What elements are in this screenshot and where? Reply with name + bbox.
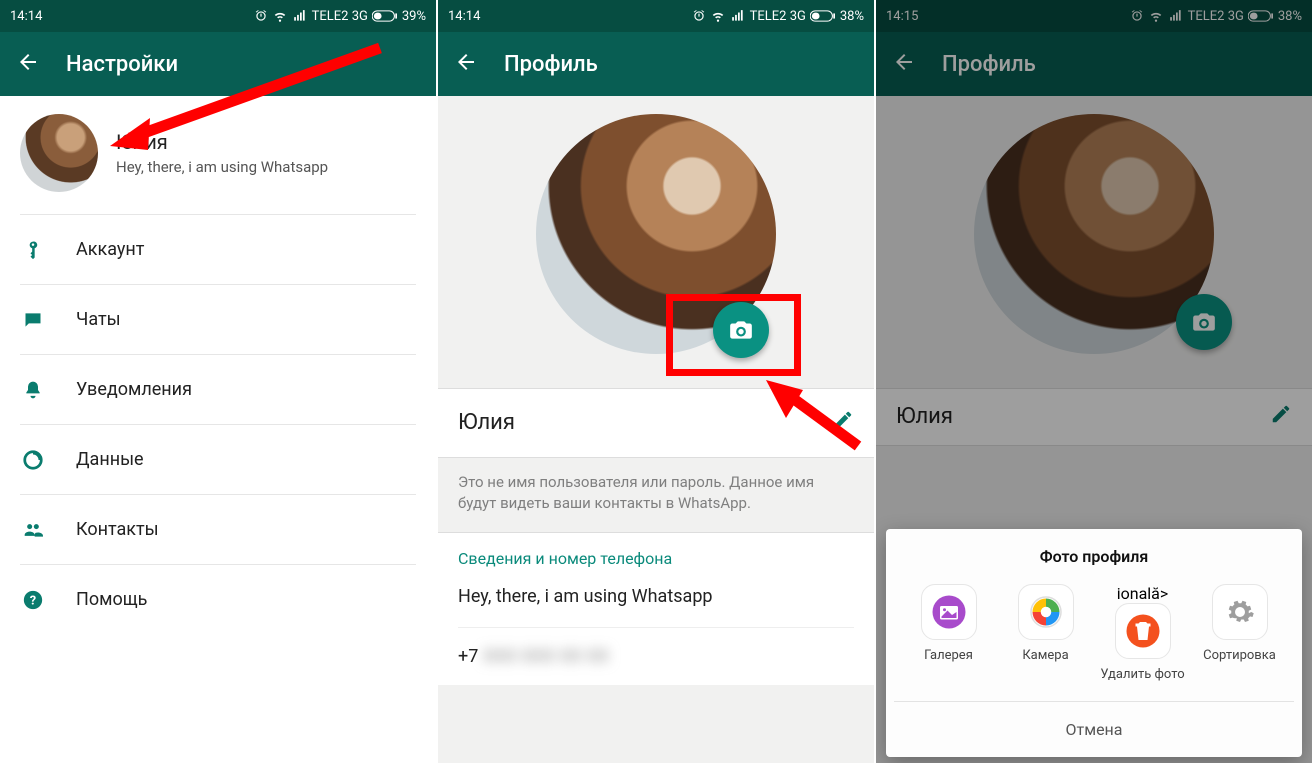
- sheet-title: Фото профиля: [894, 547, 1294, 566]
- phone-number[interactable]: +7 XXX XXX XX XX: [458, 628, 854, 685]
- menu-item-contacts[interactable]: Контакты: [20, 494, 416, 564]
- svg-text:?: ?: [30, 593, 36, 608]
- name-hint: Это не имя пользователя или пароль. Данн…: [438, 458, 874, 532]
- signal-icon: [292, 9, 308, 23]
- data-icon: [22, 449, 44, 471]
- signal-icon: [730, 9, 746, 23]
- option-sort[interactable]: Сортировка: [1195, 584, 1285, 683]
- status-time: 14:14: [448, 9, 480, 24]
- profile-row[interactable]: Юлия Hey, there, i am using Whatsapp: [0, 96, 436, 214]
- profile-name: Юлия: [116, 130, 328, 154]
- gallery-icon: [931, 594, 967, 630]
- profile-status: Hey, there, i am using Whatsapp: [116, 158, 328, 176]
- menu-item-chats[interactable]: Чаты: [20, 284, 416, 354]
- option-delete-photo[interactable]: ională> Удалить фото: [1098, 584, 1188, 683]
- menu-item-data[interactable]: Данные: [20, 424, 416, 494]
- option-label: Сортировка: [1203, 648, 1276, 664]
- option-label: Удалить фото: [1100, 667, 1184, 683]
- menu-label: Данные: [76, 449, 144, 470]
- battery-icon: [810, 10, 836, 22]
- chat-icon: [22, 310, 44, 330]
- status-text[interactable]: Hey, there, i am using Whatsapp: [458, 586, 854, 628]
- menu-label: Помощь: [76, 589, 147, 610]
- menu-label: Уведомления: [76, 379, 192, 400]
- help-icon: ?: [22, 589, 44, 611]
- status-bar: 14:14 TELE2 3G 38%: [438, 0, 874, 32]
- menu-item-help[interactable]: ? Помощь: [20, 564, 416, 634]
- trash-icon: [1125, 613, 1161, 649]
- arrow-left-icon: [16, 50, 40, 74]
- menu-item-notifications[interactable]: Уведомления: [20, 354, 416, 424]
- battery-pct: 38%: [840, 9, 864, 24]
- screen-profile: 14:14 TELE2 3G 38% Профиль Юлия: [438, 0, 876, 763]
- carrier-label: TELE2 3G: [312, 9, 368, 24]
- screen-profile-photo-sheet: 14:15 TELE2 3G 38% Профиль Юлия: [876, 0, 1314, 763]
- alarm-icon: [254, 9, 268, 23]
- pencil-icon: [832, 409, 854, 431]
- status-bar: 14:14 TELE2 3G 39%: [0, 0, 436, 32]
- wifi-icon: [710, 9, 726, 23]
- app-bar: Настройки: [0, 32, 436, 96]
- change-photo-button[interactable]: [713, 302, 769, 358]
- menu-label: Контакты: [76, 519, 159, 540]
- alarm-icon: [692, 9, 706, 23]
- back-button[interactable]: [454, 50, 478, 78]
- page-title: Профиль: [504, 52, 598, 77]
- option-gallery[interactable]: Галерея: [904, 584, 994, 683]
- camera-color-icon: [1028, 594, 1064, 630]
- status-time: 14:14: [10, 9, 42, 24]
- edit-name-button[interactable]: [832, 409, 854, 435]
- sheet-cancel-button[interactable]: Отмена: [894, 701, 1294, 757]
- battery-pct: 39%: [402, 9, 426, 24]
- menu-label: Чаты: [76, 309, 121, 330]
- battery-icon: [372, 10, 398, 22]
- option-camera[interactable]: Камера: [1001, 584, 1091, 683]
- arrow-left-icon: [454, 50, 478, 74]
- photo-picker-sheet: Фото профиля Галерея: [886, 529, 1302, 757]
- profile-name: Юлия: [458, 410, 515, 435]
- avatar: [20, 114, 98, 192]
- wifi-icon: [272, 9, 288, 23]
- back-button[interactable]: [16, 50, 40, 78]
- key-icon: [23, 238, 43, 262]
- menu-item-account[interactable]: Аккаунт: [20, 214, 416, 284]
- page-title: Настройки: [66, 52, 178, 77]
- camera-icon: [728, 317, 754, 343]
- screen-settings: 14:14 TELE2 3G 39% Настройки Юлия Hey, t…: [0, 0, 438, 763]
- carrier-label: TELE2 3G: [750, 9, 806, 24]
- menu-label: Аккаунт: [76, 239, 144, 260]
- name-row[interactable]: Юлия: [438, 388, 874, 458]
- bell-icon: [23, 379, 43, 401]
- contacts-icon: [21, 520, 45, 540]
- option-label: Галерея: [924, 648, 973, 664]
- option-label: Камера: [1022, 648, 1068, 664]
- info-heading: Сведения и номер телефона: [458, 549, 854, 568]
- app-bar: Профиль: [438, 32, 874, 96]
- gear-icon: [1225, 597, 1255, 627]
